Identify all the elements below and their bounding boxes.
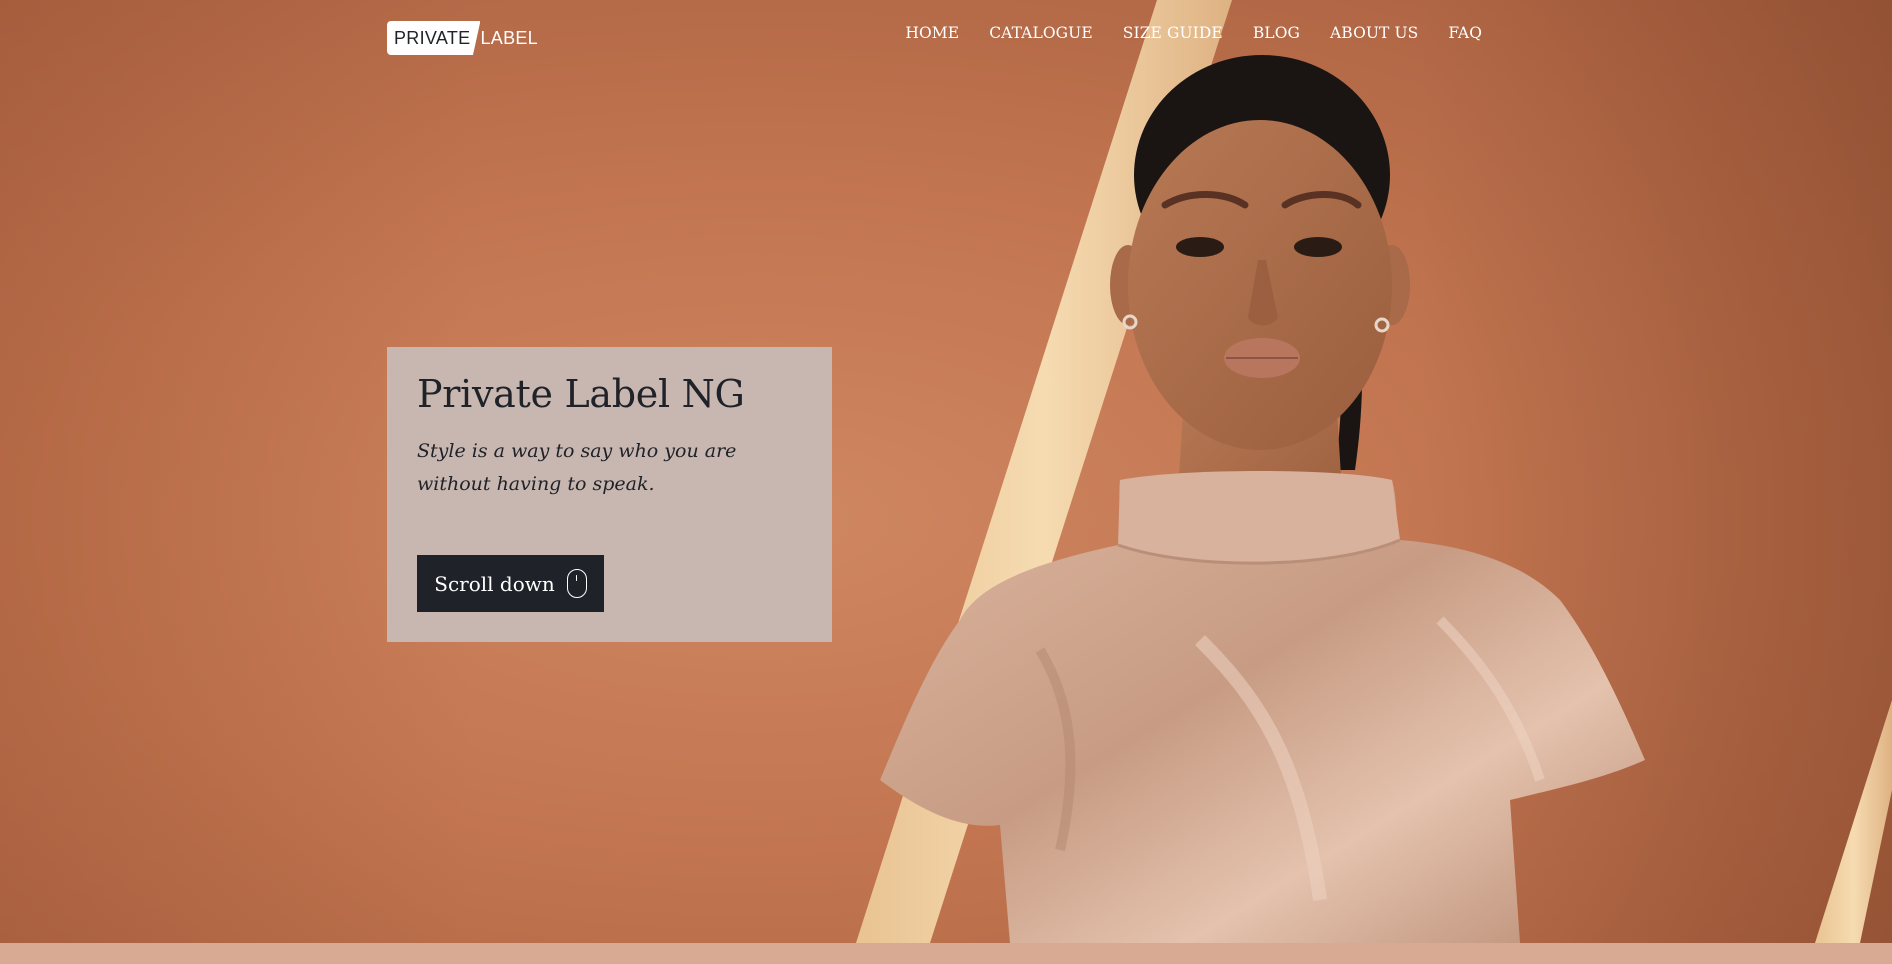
eye-right <box>1294 237 1342 257</box>
nav-link-size-guide[interactable]: SIZE GUIDE <box>1123 24 1223 42</box>
brand-logo[interactable]: PRIVATE LABEL <box>387 21 538 55</box>
hero-title: Private Label NG <box>417 372 745 416</box>
logo-plain-text: LABEL <box>480 27 538 48</box>
eye-left <box>1176 237 1224 257</box>
hero-intro-card: Private Label NG Style is a way to say w… <box>387 347 832 642</box>
main-menu: HOME CATALOGUE SIZE GUIDE BLOG ABOUT US … <box>905 24 1482 42</box>
hero-section <box>0 0 1892 943</box>
blouse-collar <box>1118 471 1400 564</box>
nav-link-faq[interactable]: FAQ <box>1448 24 1482 42</box>
nav-link-catalogue[interactable]: CATALOGUE <box>989 24 1093 42</box>
hero-tagline: Style is a way to say who you are withou… <box>417 439 737 495</box>
scroll-down-label: Scroll down <box>434 571 555 596</box>
top-navigation: PRIVATE LABEL HOME CATALOGUE SIZE GUIDE … <box>0 0 1892 72</box>
nav-link-blog[interactable]: BLOG <box>1253 24 1300 42</box>
scroll-down-button[interactable]: Scroll down <box>417 555 604 612</box>
logo-boxed-text: PRIVATE <box>387 21 481 55</box>
hero-photo <box>856 0 1892 943</box>
mouse-icon <box>566 569 587 598</box>
nav-link-about-us[interactable]: ABOUT US <box>1330 24 1418 42</box>
ladder-rail-right <box>1815 700 1892 943</box>
nav-link-home[interactable]: HOME <box>905 24 959 42</box>
footer-band <box>0 943 1892 964</box>
